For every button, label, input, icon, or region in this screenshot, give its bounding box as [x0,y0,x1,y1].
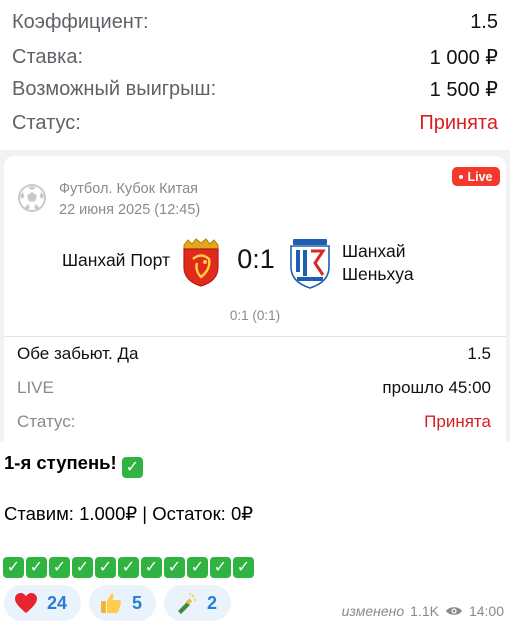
check-mark-icon: ✓ [72,557,93,578]
card-divider [4,336,506,337]
home-team-name: Шанхай Порт [61,250,170,270]
summary-row-coefficient: Коэффициент: 1.5 [12,5,498,39]
check-mark-icon: ✓ [164,557,185,578]
check-mark-icon: ✓ [3,557,24,578]
away-team-line1: Шанхай [342,241,406,261]
reaction-heart-count: 24 [47,592,68,613]
status-label: Статус: [12,111,81,134]
match-league-info: Футбол. Кубок Китая 22 июня 2025 (12:45) [59,179,200,221]
league-name: Футбол. Кубок Китая [59,181,199,197]
check-mark-icon: ✓ [121,457,143,478]
check-mark-icon: ✓ [141,557,162,578]
check-mark-icon: ✓ [49,557,70,578]
bet-market-label: Обе забьют. Да [17,344,139,363]
heart-icon [14,591,38,615]
halftime-score: 0:1 (0:1) [229,308,281,323]
reaction-thumbs-up-count: 5 [132,592,143,613]
summary-row-status: Статус: Принята [12,106,498,140]
thumbs-up-icon [99,591,123,615]
check-mark-icon: ✓ [118,557,139,578]
shanghai-shenhua-crest-icon [290,239,330,289]
reaction-champagne[interactable]: 2 [164,585,232,621]
stake-label: Ставка: [12,45,83,68]
reaction-thumbs-up[interactable]: 5 [89,585,157,621]
away-team-line2: Шеньхуа [342,264,414,284]
bet-odds-value: 1.5 [467,344,491,363]
bet-status-label: Статус: [17,412,76,431]
champagne-icon [174,591,198,615]
match-state-label: LIVE [17,378,54,397]
edited-label: изменено [341,603,405,619]
possible-win-value: 1 500 ₽ [429,78,498,101]
summary-row-possible-win: Возможный выигрыш: 1 500 ₽ [12,72,498,106]
message-time: 14:00 [468,603,504,619]
match-state-value: прошло 45:00 [382,378,491,397]
shanghai-port-crest-icon [183,238,219,287]
message-meta: изменено 1.1K 14:00 [342,603,504,619]
away-team-name: Шанхай Шеньхуа [342,240,414,286]
check-mark-icon: ✓ [233,557,254,578]
reaction-heart[interactable]: 24 [4,585,82,621]
check-mark-icon: ✓ [210,557,231,578]
bet-status-row: Статус: Принята [17,408,491,436]
live-badge-label: Live [467,169,493,184]
message-line-stage: 1-я ступень! ✓ [4,452,144,478]
views-count: 1.1K [410,603,439,619]
coefficient-label: Коэффициент: [12,10,149,33]
eye-icon [445,607,462,615]
bet-summary: Коэффициент: 1.5 Ставка: 1 000 ₽ Возможн… [0,0,510,150]
message-line-stake: Ставим: 1.000₽ | Остаток: 0₽ [4,503,254,524]
summary-row-stake: Ставка: 1 000 ₽ [12,40,498,74]
match-score: 0:1 [237,244,275,274]
live-dot-icon [459,174,464,179]
check-marks-row: ✓ ✓ ✓ ✓ ✓ ✓ ✓ ✓ ✓ ✓ ✓ [3,557,254,578]
reaction-champagne-count: 2 [207,592,218,613]
possible-win-label: Возможный выигрыш: [12,77,217,100]
stake-value: 1 000 ₽ [429,46,498,69]
bet-market-row: Обе забьют. Да 1.5 [17,340,491,368]
check-mark-icon: ✓ [26,557,47,578]
status-value: Принята [419,111,498,134]
football-icon [18,184,46,212]
stage-text: 1-я ступень! [4,452,117,473]
check-mark-icon: ✓ [95,557,116,578]
reactions-bar: 24 5 2 [4,585,232,621]
bet-status-value: Принята [424,412,491,431]
check-mark-icon: ✓ [187,557,208,578]
coefficient-value: 1.5 [470,10,498,33]
match-datetime: 22 июня 2025 (12:45) [59,202,201,218]
live-badge: Live [452,167,500,186]
match-state-row: LIVE прошло 45:00 [17,374,491,402]
